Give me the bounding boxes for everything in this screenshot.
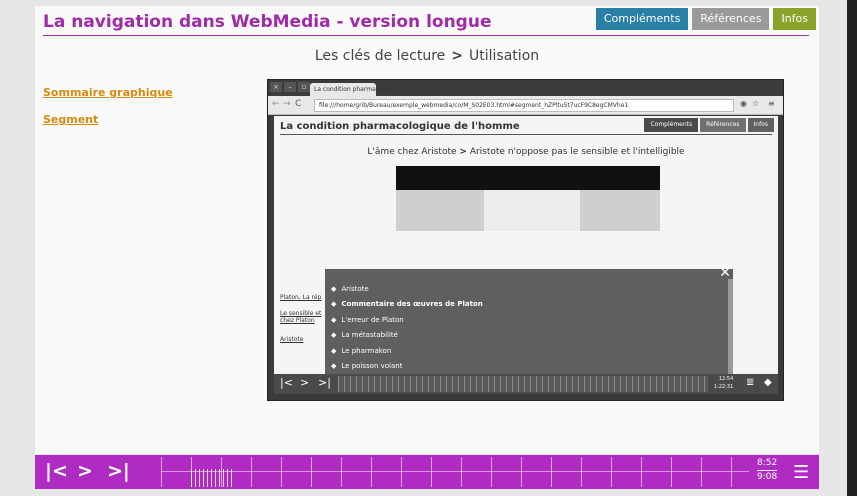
- embedded-tab-references: Références: [700, 118, 746, 132]
- embedded-video-card: [484, 190, 580, 231]
- title-rule: [43, 35, 809, 36]
- browser-tabbar: × – ▫ La condition pharmacologi... ×: [268, 80, 783, 96]
- keyword-label: Le pharmakon: [341, 346, 392, 355]
- browser-toolbar: ← → C file:///home/grib/Bureau/exemple_w…: [268, 96, 783, 115]
- embedded-link-platon: Platon, La rép: [280, 294, 322, 301]
- sidebar-link-sommaire[interactable]: Sommaire graphique: [43, 86, 173, 99]
- embedded-link-sensible: Le sensible et chez Platon: [280, 310, 322, 324]
- menu-icon[interactable]: ☰: [793, 462, 809, 483]
- window-maximize-icon: ▫: [298, 82, 310, 92]
- embedded-time-total: 1:22:31: [714, 384, 734, 390]
- embedded-breadcrumb-separator: >: [459, 147, 467, 157]
- address-bar: file:///home/grib/Bureau/exemple_webmedi…: [314, 99, 734, 112]
- embedded-breadcrumb-first: L'âme chez Aristote: [367, 147, 457, 157]
- embedded-screenshot: × – ▫ La condition pharmacologi... × ← →…: [267, 79, 784, 401]
- keyword-label: Aristote: [341, 284, 369, 293]
- tab-infos[interactable]: Infos: [773, 8, 816, 30]
- embedded-time: 12:54 1:22:31: [714, 375, 733, 391]
- keywords-overlay: ✕ ◆ Aristote ◆ Commentaire des œuvres de Pl…: [325, 265, 733, 374]
- window-buttons: × – ▫: [270, 82, 310, 92]
- keyword-item: ◆ Aristote: [331, 281, 483, 297]
- tag-icon: ◆: [331, 331, 337, 340]
- play-icon[interactable]: >: [77, 460, 93, 482]
- embedded-play-icon: >: [300, 376, 310, 389]
- breadcrumb-current: Utilisation: [469, 48, 540, 64]
- first-icon[interactable]: |<: [45, 460, 68, 482]
- embedded-tab-complements: Compléments: [644, 118, 699, 132]
- reload-icon: C: [295, 99, 302, 109]
- keyword-item: ◆ Commentaire des œuvres de Platon: [331, 297, 483, 313]
- keyword-item: ◆ La métastabilité: [331, 328, 483, 344]
- keyword-item: ◆ Le poisson volant: [331, 359, 483, 375]
- embedded-timeline: [338, 376, 708, 392]
- embedded-page-title: La condition pharmacologique de l'homme: [280, 121, 520, 132]
- browser-menu-icon: ≡: [768, 99, 775, 108]
- embedded-title-rule: [280, 134, 772, 135]
- browser-tab-title: La condition pharmacologi...: [314, 86, 400, 93]
- embedded-first-icon: |<: [280, 376, 293, 389]
- embedded-tabs: Compléments Références Infos: [644, 118, 774, 132]
- window-close-icon: ×: [270, 82, 282, 92]
- keywords-list: ◆ Aristote ◆ Commentaire des œuvres de Plat…: [331, 281, 483, 374]
- overlay-scrollbar: [728, 279, 733, 374]
- tab-references[interactable]: Références: [692, 8, 770, 30]
- embedded-link-aristote: Aristote: [280, 336, 304, 343]
- embedded-time-elapsed: 12:54: [718, 376, 734, 382]
- embedded-video: [396, 166, 660, 231]
- header-tabs: Compléments Références Infos: [595, 8, 816, 30]
- embedded-last-icon: >|: [318, 376, 331, 389]
- embedded-tag-icon: ◆: [764, 377, 772, 388]
- page-title: La navigation dans WebMedia - version lo…: [43, 12, 492, 32]
- timeline-segments: [191, 469, 235, 487]
- page: La navigation dans WebMedia - version lo…: [35, 6, 819, 454]
- tag-icon: ◆: [331, 315, 337, 324]
- time-elapsed: 8:52: [757, 458, 778, 468]
- timeline-midline: [161, 471, 749, 472]
- embedded-tab-infos: Infos: [747, 118, 774, 132]
- tag-icon: ◆: [331, 300, 337, 309]
- embedded-video-image: [396, 190, 660, 231]
- keyword-item: ◆ Le pharmakon: [331, 343, 483, 359]
- last-icon[interactable]: >|: [107, 460, 130, 482]
- media-player: |< > >| 8:52 9:08 ☰: [35, 455, 819, 489]
- time-total: 9:08: [757, 470, 778, 482]
- forward-icon: →: [283, 99, 291, 109]
- keyword-label: Le poisson volant: [341, 362, 403, 371]
- eye-icon: ◉: [740, 99, 747, 108]
- back-icon: ←: [272, 99, 280, 109]
- tab-complements[interactable]: Compléments: [595, 8, 689, 30]
- breadcrumb-first[interactable]: Les clés de lecture: [315, 48, 445, 64]
- browser-tab: La condition pharmacologi... ×: [310, 83, 406, 96]
- keyword-label: L'erreur de Platon: [341, 315, 404, 324]
- window-minimize-icon: –: [284, 82, 296, 92]
- tag-icon: ◆: [331, 362, 337, 371]
- browser-tab-close-icon: ×: [401, 86, 407, 93]
- timeline[interactable]: [161, 457, 749, 487]
- keyword-label: Commentaire des œuvres de Platon: [341, 300, 483, 309]
- window-edge: [847, 0, 857, 496]
- time-display: 8:52 9:08: [757, 457, 778, 484]
- keyword-item: ◆ L'erreur de Platon: [331, 312, 483, 328]
- breadcrumb: Les clés de lecture > Utilisation: [35, 48, 819, 64]
- tag-icon: ◆: [331, 284, 337, 293]
- star-icon: ☆: [752, 99, 760, 108]
- embedded-viewport: La condition pharmacologique de l'homme …: [274, 116, 778, 374]
- sidebar-link-segment[interactable]: Segment: [43, 113, 98, 126]
- tag-icon: ◆: [331, 346, 337, 355]
- embedded-menu-icon: ≣: [746, 377, 755, 388]
- embedded-breadcrumb: L'âme chez Aristote > Aristote n'oppose …: [274, 147, 778, 157]
- embedded-player: |< > >| 12:54 1:22:31 ≣ ◆: [274, 374, 778, 394]
- embedded-breadcrumb-current: Aristote n'oppose pas le sensible et l'i…: [469, 147, 685, 157]
- breadcrumb-separator: >: [451, 48, 464, 64]
- keyword-label: La métastabilité: [341, 331, 398, 340]
